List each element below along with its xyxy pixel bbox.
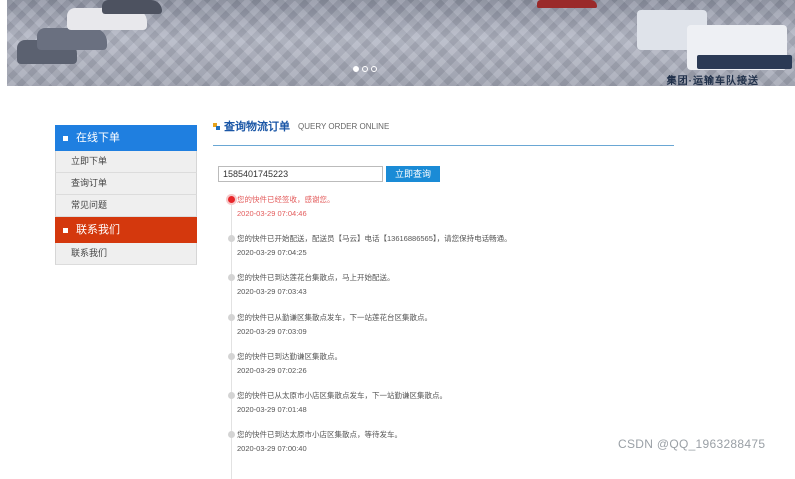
banner-bus — [697, 55, 792, 69]
timeline-item: 您的快件已到达莲花台集散点，马上开始配送。 2020-03-29 07:03:4… — [228, 269, 669, 308]
watermark: CSDN @QQ_1963288475 — [618, 437, 766, 451]
page-subtitle: QUERY ORDER ONLINE — [298, 121, 390, 131]
banner-logo: 集团·运输车队接送 — [666, 76, 759, 86]
order-number-input[interactable]: 1585401745223 — [218, 166, 383, 182]
timeline-message: 您的快件已开始配送，配送员【马云】电话【13616886565】，请您保持电话畅… — [237, 234, 512, 244]
title-square-icon — [213, 122, 220, 130]
status-dot-icon — [228, 235, 235, 243]
timeline-item: 您的快件已从勤谦区集散点发车，下一站莲花台区集散点。 2020-03-29 07… — [228, 309, 669, 348]
timeline-item: 您的快件已从太原市小店区集散点发车，下一站勤谦区集散点。 2020-03-29 … — [228, 387, 669, 426]
status-dot-icon — [228, 196, 235, 203]
banner-car — [102, 0, 162, 14]
timeline-message: 您的快件已从勤谦区集散点发车，下一站莲花台区集散点。 — [237, 312, 432, 322]
sidebar-section-title: 在线下单 — [76, 132, 120, 144]
timeline-item: 您的快件已到达太原市小店区集散点，等待发车。 2020-03-29 07:00:… — [228, 426, 669, 465]
tracking-timeline: 您的快件已经签收，感谢您。 2020-03-29 07:04:46 您的快件已开… — [228, 191, 669, 479]
status-dot-icon — [228, 431, 235, 439]
sidebar-item-contact[interactable]: 联系我们 — [55, 243, 197, 265]
timeline-message: 您的快件已到达太原市小店区集散点，等待发车。 — [237, 430, 402, 440]
timeline-message: 您的快件已到达莲花台集散点，马上开始配送。 — [237, 273, 395, 283]
hero-banner: 集团·运输车队接送 — [7, 0, 795, 86]
banner-car — [37, 28, 107, 50]
timeline-time: 2020-03-29 07:04:46 — [237, 209, 307, 218]
slide-indicator[interactable] — [353, 66, 377, 72]
sidebar-section-order[interactable]: 在线下单 — [55, 125, 197, 151]
sidebar-section-contact[interactable]: 联系我们 — [55, 217, 197, 243]
timeline-time: 2020-03-29 07:03:43 — [237, 287, 307, 297]
timeline-item: 您的快件已开始配送，配送员【马云】电话【13616886565】，请您保持电话畅… — [228, 230, 669, 269]
square-bullet-icon — [63, 227, 68, 233]
banner-car — [537, 0, 597, 8]
timeline-item: 您的快件已经签收，感谢您。 2020-03-29 07:04:46 — [228, 191, 669, 230]
title-divider — [213, 145, 674, 146]
sidebar-item-faq[interactable]: 常见问题 — [55, 195, 197, 217]
section-header: 查询物流订单 QUERY ORDER ONLINE — [213, 117, 674, 135]
timeline-time: 2020-03-29 07:01:48 — [237, 404, 307, 414]
page-title: 查询物流订单 — [224, 121, 290, 133]
timeline-item: 您的快件已到达勤谦区集散点。 2020-03-29 07:02:26 — [228, 348, 669, 387]
sidebar: 在线下单 立即下单 查询订单 常见问题 联系我们 联系我们 — [55, 125, 197, 265]
square-bullet-icon — [63, 135, 68, 141]
timeline-message: 您的快件已到达勤谦区集散点。 — [237, 351, 342, 361]
timeline-message: 您的快件已经签收，感谢您。 — [237, 195, 335, 204]
timeline-time: 2020-03-29 07:03:09 — [237, 326, 307, 336]
status-dot-icon — [228, 274, 235, 282]
sidebar-item-place-order[interactable]: 立即下单 — [55, 151, 197, 173]
main-content: 查询物流订单 QUERY ORDER ONLINE 1585401745223 … — [213, 117, 674, 479]
timeline-time: 2020-03-29 07:00:40 — [237, 444, 307, 454]
slide-dot[interactable] — [362, 66, 368, 72]
timeline-message: 您的快件已从太原市小店区集散点发车，下一站勤谦区集散点。 — [237, 390, 447, 400]
slide-dot[interactable] — [353, 66, 359, 72]
slide-dot[interactable] — [371, 66, 377, 72]
sidebar-section-title: 联系我们 — [76, 224, 120, 236]
status-dot-icon — [228, 352, 235, 360]
timeline-time: 2020-03-29 07:04:25 — [237, 248, 307, 258]
order-search: 1585401745223 立即查询 — [218, 166, 440, 182]
status-dot-icon — [228, 313, 235, 321]
sidebar-item-query-order[interactable]: 查询订单 — [55, 173, 197, 195]
status-dot-icon — [228, 391, 235, 399]
query-button[interactable]: 立即查询 — [386, 166, 440, 182]
timeline-time: 2020-03-29 07:02:26 — [237, 365, 307, 375]
